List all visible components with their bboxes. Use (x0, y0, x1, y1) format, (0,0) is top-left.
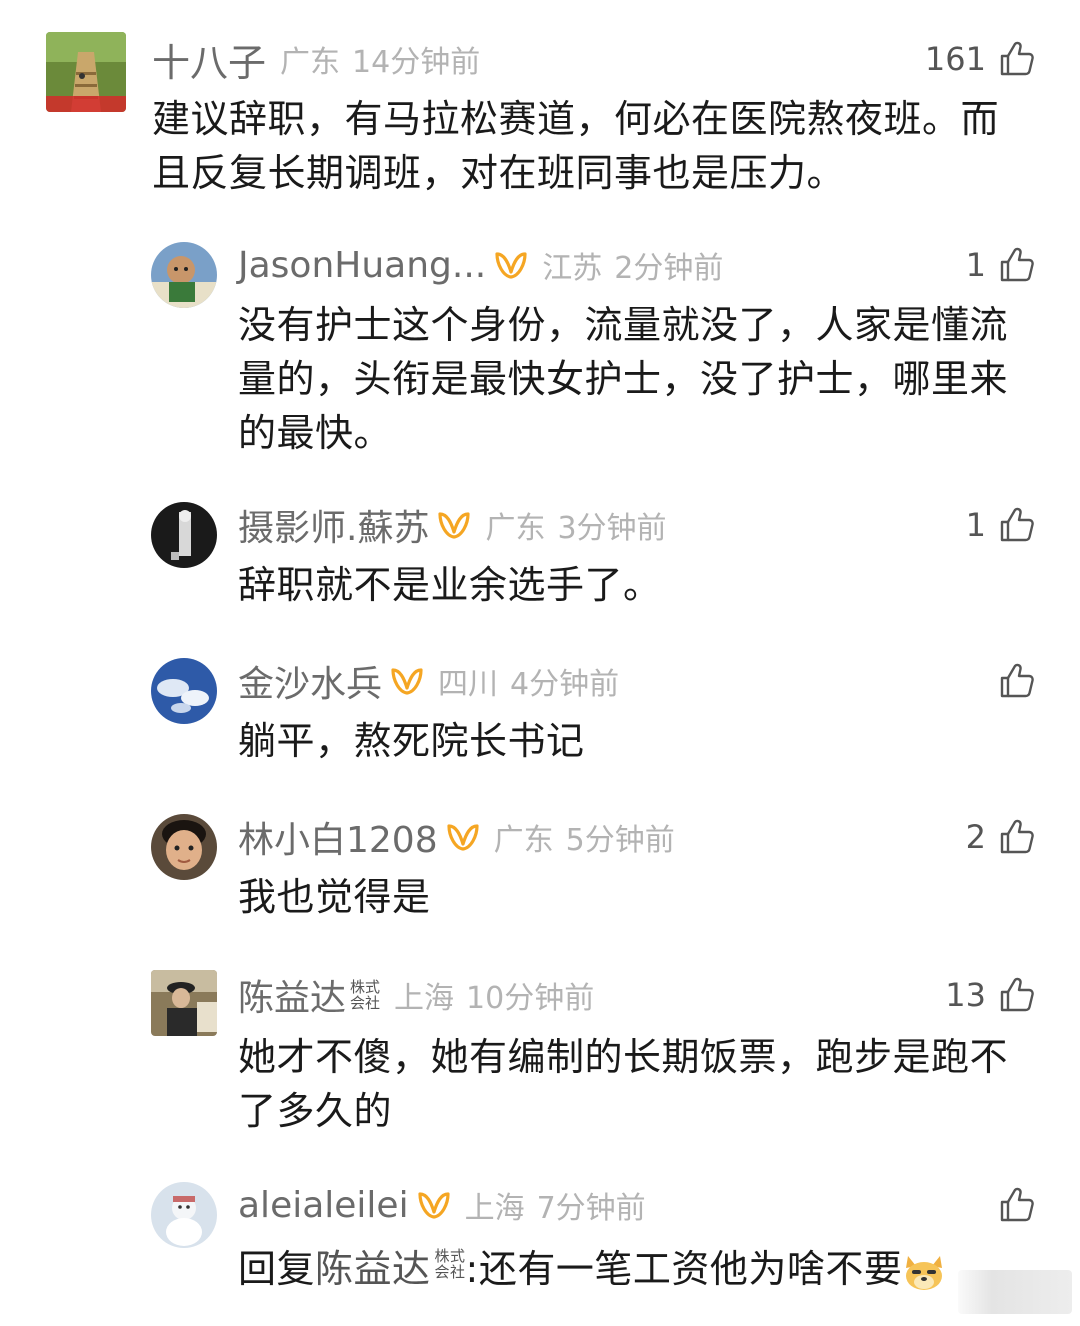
company-badge-line: 会社 (350, 994, 381, 1012)
comment-list: 十八子 广东 14分钟前 161 建议辞职，有马拉松赛道，何必在医院熬夜班。而 … (0, 0, 1080, 1326)
location: 四川 (438, 667, 499, 702)
timestamp: 14分钟前 (352, 45, 481, 80)
avatar[interactable] (151, 658, 217, 724)
comment-text: 建议辞职，有马拉松赛道，何必在医院熬夜班。而 且反复长期调班，对在班同事也是压力… (152, 92, 999, 200)
vip-badge-icon (417, 1190, 451, 1220)
avatar-photo-kid (151, 814, 217, 880)
username[interactable]: 摄影师.蘇苏 (238, 499, 429, 551)
avatar[interactable] (151, 242, 217, 308)
avatar-photo-bw (151, 502, 217, 568)
thumbs-up-icon (996, 817, 1036, 857)
company-badge: 株式 会社 (435, 1248, 466, 1280)
timestamp: 10分钟前 (466, 981, 595, 1016)
username[interactable]: 十八子 (152, 32, 266, 87)
reply-prefix: 回复 (238, 1247, 316, 1291)
like-count: 13 (945, 976, 986, 1014)
blurred-overlay (958, 1270, 1072, 1314)
location: 广东 (485, 511, 546, 546)
comment-text: 没有护士这个身份，流量就没了，人家是懂流 量的，头衔是最快女护士，没了护士，哪里… (238, 298, 1008, 460)
like-count: 2 (965, 818, 986, 856)
like-button[interactable] (986, 656, 1036, 706)
thumbs-up-icon (996, 39, 1036, 79)
company-badge-line: 株式 (434, 1247, 466, 1265)
timestamp: 4分钟前 (510, 667, 620, 702)
like-button[interactable]: 2 (966, 812, 1036, 862)
vip-badge-icon (446, 822, 480, 852)
doge-emoji-icon (906, 1255, 943, 1290)
comment-text: 她才不傻，她有编制的长期饭票，跑步是跑不 了多久的 (238, 1030, 1008, 1138)
thumbs-up-icon (996, 245, 1036, 285)
avatar[interactable] (151, 502, 217, 568)
location: 上海 (394, 981, 455, 1016)
vip-badge-icon (390, 666, 424, 696)
location: 广东 (493, 823, 554, 858)
thumbs-up-icon (996, 975, 1036, 1015)
comment-text: 回复陈益达 株式 会社:还有一笔工资他为啥不要 (238, 1242, 946, 1296)
timestamp: 5分钟前 (565, 823, 675, 858)
reply-mention[interactable]: 陈益达 (315, 1247, 431, 1291)
username[interactable]: 林小白1208 (238, 811, 438, 863)
like-button[interactable]: 1 (966, 500, 1036, 550)
avatar-photo-painting (151, 970, 217, 1036)
like-button[interactable]: 13 (945, 970, 1036, 1020)
comment-line: 我也觉得是 (238, 875, 431, 919)
comment-line: 量的，头衔是最快女护士，没了护士，哪里来 (238, 357, 1009, 401)
company-badge-line: 会社 (434, 1263, 466, 1281)
company-badge: 株式 会社 (350, 979, 380, 1011)
location: 广东 (280, 45, 341, 80)
timestamp: 2分钟前 (614, 251, 724, 286)
reply-text: :还有一笔工资他为啥不要 (465, 1247, 903, 1291)
avatar-photo-snow (151, 1182, 217, 1248)
like-count: 1 (965, 506, 986, 544)
comment-line: 没有护士这个身份，流量就没了，人家是懂流 (238, 303, 1009, 347)
comment-line: 躺平，熬死院长书记 (238, 719, 585, 763)
username[interactable]: 陈益达 (238, 969, 346, 1021)
thumbs-up-icon (996, 661, 1036, 701)
comment-line: 她才不傻，她有编制的长期饭票，跑步是跑不 (238, 1035, 1009, 1079)
like-button[interactable]: 161 (925, 34, 1036, 84)
avatar[interactable] (46, 32, 126, 112)
location: 江苏 (542, 251, 603, 286)
thumbs-up-icon (996, 1185, 1036, 1225)
username[interactable]: JasonHuang... (238, 245, 486, 286)
comment-text: 躺平，熬死院长书记 (238, 714, 585, 768)
like-count: 1 (965, 246, 986, 284)
comment-line: 且反复长期调班，对在班同事也是压力。 (152, 151, 846, 195)
like-button[interactable] (986, 1180, 1036, 1230)
avatar[interactable] (151, 970, 217, 1036)
avatar[interactable] (151, 1182, 217, 1248)
comment-text: 辞职就不是业余选手了。 (238, 558, 662, 612)
username[interactable]: aleialeilei (238, 1185, 409, 1226)
location: 上海 (464, 1191, 525, 1226)
like-button[interactable]: 1 (966, 240, 1036, 290)
avatar-photo-sky (151, 658, 217, 724)
vip-badge-icon (437, 510, 471, 540)
vip-badge-icon (494, 250, 528, 280)
comment-line: 了多久的 (238, 1089, 393, 1133)
comment-line: 的最快。 (238, 411, 393, 455)
timestamp: 3分钟前 (557, 511, 667, 546)
comment-line: 辞职就不是业余选手了。 (238, 563, 662, 607)
comment-line: 建议辞职，有马拉松赛道，何必在医院熬夜班。而 (152, 97, 1000, 141)
avatar[interactable] (151, 814, 217, 880)
avatar-photo-child (151, 242, 217, 308)
timestamp: 7分钟前 (536, 1191, 646, 1226)
thumbs-up-icon (996, 505, 1036, 545)
like-count: 161 (924, 40, 986, 78)
username[interactable]: 金沙水兵 (238, 655, 382, 707)
avatar-photo-stairs (46, 32, 126, 112)
comment-text: 我也觉得是 (238, 870, 431, 924)
company-badge-line: 株式 (350, 978, 381, 996)
